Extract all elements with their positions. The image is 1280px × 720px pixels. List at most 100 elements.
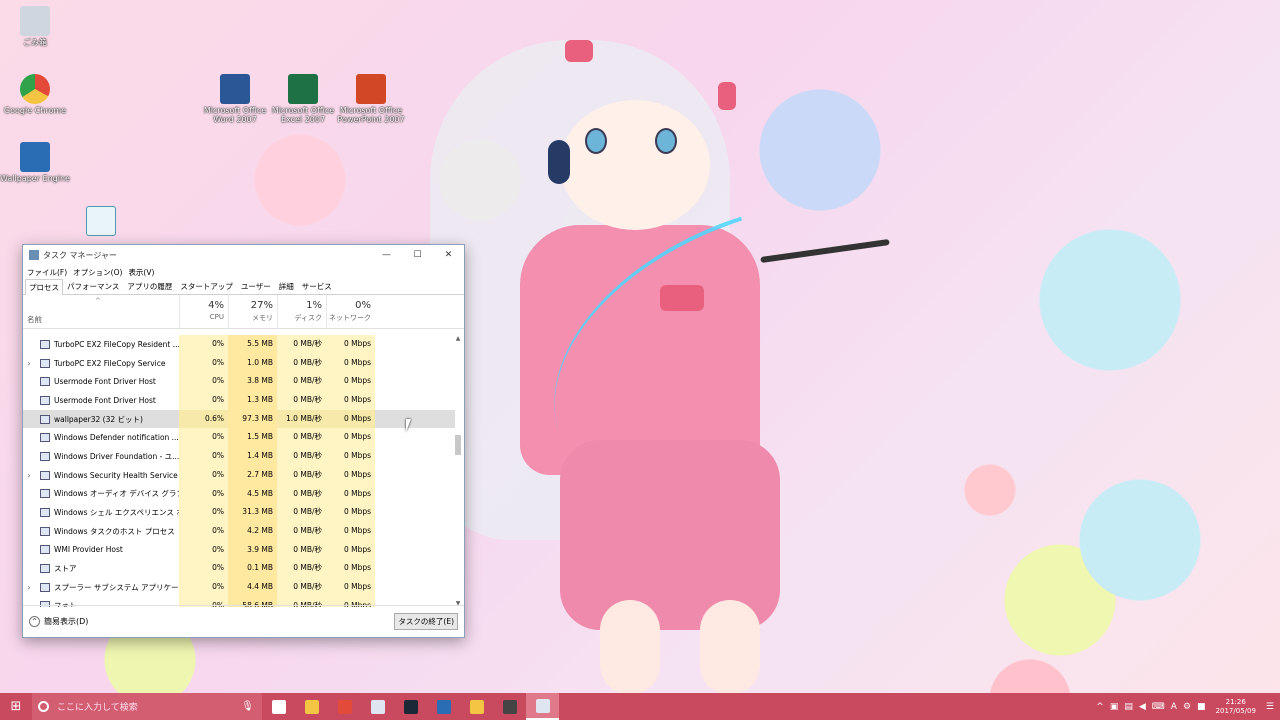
process-icon bbox=[40, 526, 50, 536]
recycle-bin-icon[interactable]: ごみ箱 bbox=[0, 6, 70, 47]
task-manager-icon bbox=[535, 698, 550, 713]
notification-icon[interactable]: ☰ bbox=[1266, 702, 1274, 712]
task-manager-icon bbox=[29, 250, 39, 260]
recycle-bin-image bbox=[20, 6, 50, 36]
font-icon bbox=[86, 206, 116, 236]
tray-app-icon[interactable]: ▣ bbox=[1110, 702, 1119, 712]
menu-file[interactable]: ファイル(F) bbox=[27, 267, 67, 278]
process-row[interactable]: › TurboPC EX2 FileCopy Service 0% 1.0 MB 0 M… bbox=[23, 353, 455, 373]
process-row[interactable]: TurboPC EX2 FileCopy Resident ... 0% 5.5 M… bbox=[23, 335, 455, 354]
process-memory: 4.4 MB bbox=[228, 577, 277, 597]
name-column-header[interactable]: ^ 名前 bbox=[23, 295, 179, 328]
process-row[interactable]: ストア 0% 0.1 MB 0 MB/秒 0 Mbps bbox=[23, 559, 455, 578]
process-cpu: 0% bbox=[179, 428, 228, 448]
process-name: TurboPC EX2 FileCopy Resident ... bbox=[54, 339, 179, 349]
network-column-header[interactable]: 0% ネットワーク bbox=[326, 295, 375, 328]
process-row[interactable]: Windows Defender notification ... 0% 1.5 M… bbox=[23, 428, 455, 448]
cpu-column-header[interactable]: 4% CPU bbox=[179, 295, 228, 328]
search-placeholder: ここに入力して検索 bbox=[57, 703, 138, 713]
vertical-scrollbar[interactable]: ▲ ▼ bbox=[454, 335, 462, 607]
volume-icon[interactable]: ◀ bbox=[1139, 702, 1146, 712]
process-disk: 0 MB/秒 bbox=[277, 372, 326, 392]
excel-desktop-icon[interactable]: Microsoft Office Excel 2007 bbox=[268, 74, 338, 124]
taskbar-chrome[interactable] bbox=[328, 693, 361, 720]
powerpoint-icon bbox=[356, 74, 386, 104]
end-task-button[interactable]: タスクの終了(E) bbox=[394, 613, 458, 630]
expand-chevron-icon[interactable]: › bbox=[23, 359, 35, 368]
tab-users[interactable]: ユーザー bbox=[237, 278, 275, 294]
title-bar[interactable]: タスク マネージャー — ☐ ✕ bbox=[23, 245, 464, 265]
search-box[interactable]: ここに入力して検索 🎙 bbox=[32, 693, 262, 720]
process-cpu: 0% bbox=[179, 465, 228, 485]
desktop-icon-label: Google Chrome bbox=[3, 106, 67, 115]
tray-square-icon[interactable]: ■ bbox=[1197, 702, 1206, 712]
process-memory: 3.9 MB bbox=[228, 540, 277, 560]
process-row[interactable]: Usermode Font Driver Host 0% 1.3 MB 0 MB/秒 0… bbox=[23, 391, 455, 410]
wallpaper-character-shorts bbox=[560, 440, 780, 630]
process-name: Windows Defender notification ... bbox=[54, 433, 179, 443]
disk-column-header[interactable]: 1% ディスク bbox=[277, 295, 326, 328]
font-desktop-icon[interactable] bbox=[66, 206, 136, 238]
chevron-up-icon[interactable]: ^ bbox=[1096, 702, 1104, 712]
process-row[interactable]: Windows Driver Foundation - ユ... 0% 1.4 MB… bbox=[23, 447, 455, 466]
process-disk: 0 MB/秒 bbox=[277, 540, 326, 560]
desktop-icon-label: Microsoft Office Word 2007 bbox=[203, 106, 267, 124]
menu-view[interactable]: 表示(V) bbox=[128, 267, 154, 278]
windows-start-icon[interactable]: ⊞ bbox=[0, 693, 32, 720]
process-disk: 0 MB/秒 bbox=[277, 484, 326, 504]
cpu-total: 4% bbox=[208, 300, 224, 311]
taskbar-task-manager[interactable] bbox=[526, 693, 559, 720]
taskbar-photoshop[interactable] bbox=[427, 693, 460, 720]
ime-mode-icon[interactable]: A bbox=[1171, 702, 1177, 712]
taskbar-file-manager[interactable] bbox=[460, 693, 493, 720]
process-row[interactable]: Windows タスクのホスト プロセス 0% 4.2 MB 0 MB/秒 0 Mbps bbox=[23, 521, 455, 541]
tab-startup[interactable]: スタートアップ bbox=[176, 278, 237, 294]
scrollbar-thumb[interactable] bbox=[455, 435, 461, 455]
ime-settings-icon[interactable]: ⚙ bbox=[1183, 702, 1191, 712]
process-row[interactable]: Usermode Font Driver Host 0% 3.8 MB 0 MB/秒 0… bbox=[23, 372, 455, 392]
network-icon[interactable]: ▤ bbox=[1124, 702, 1133, 712]
taskbar-movie-maker[interactable] bbox=[493, 693, 526, 720]
process-row[interactable]: Windows オーディオ デバイス グラフ ...0%4.5 MB0 MB/秒… bbox=[23, 484, 455, 504]
process-row[interactable]: WMI Provider Host 0% 3.9 MB 0 MB/秒 0 Mbps bbox=[23, 540, 455, 560]
wallpaper-engine-desktop-icon[interactable]: Wallpaper Engine bbox=[0, 142, 70, 183]
chevron-up-icon[interactable]: ^ bbox=[29, 616, 40, 627]
movie-maker-icon bbox=[502, 699, 517, 714]
maximize-button[interactable]: ☐ bbox=[402, 245, 433, 265]
clock[interactable]: 21:26 2017/05/09 bbox=[1216, 698, 1256, 716]
taskbar-steam[interactable] bbox=[394, 693, 427, 720]
disk-total: 1% bbox=[306, 300, 322, 311]
process-row[interactable]: › スプーラー サブシステム アプリケーション0%4.4 MB0 MB/秒0 Mb… bbox=[23, 577, 455, 597]
memory-column-header[interactable]: 27% メモリ bbox=[228, 295, 277, 328]
expand-chevron-icon[interactable]: › bbox=[23, 471, 35, 480]
word-desktop-icon[interactable]: Microsoft Office Word 2007 bbox=[200, 74, 270, 124]
process-row[interactable]: wallpaper32 (32 ビット) 0.6% 97.3 MB 1.0 MB/秒 0… bbox=[23, 409, 455, 429]
tab-processes[interactable]: プロセス bbox=[25, 279, 63, 295]
chrome-desktop-icon[interactable]: Google Chrome bbox=[0, 74, 70, 115]
process-row[interactable]: Windows シェル エクスペリエンス ホ... 0% 31.3 MB 0 MB/秒… bbox=[23, 503, 455, 522]
process-memory: 1.5 MB bbox=[228, 428, 277, 448]
fewer-details-link[interactable]: 簡易表示(D) bbox=[44, 616, 394, 627]
process-memory: 1.0 MB bbox=[228, 353, 277, 373]
process-row[interactable]: › Windows Security Health Service 0% 2.7 MB… bbox=[23, 465, 455, 485]
keyboard-icon[interactable]: ⌨ bbox=[1152, 702, 1165, 712]
taskbar-turbopc[interactable] bbox=[361, 693, 394, 720]
taskbar-file-explorer[interactable] bbox=[295, 693, 328, 720]
tab-performance[interactable]: パフォーマンス bbox=[63, 278, 123, 294]
tab-app-history[interactable]: アプリの履歴 bbox=[123, 278, 176, 294]
tab-details[interactable]: 詳細 bbox=[275, 278, 298, 294]
powerpoint-desktop-icon[interactable]: Microsoft Office PowerPoint 2007 bbox=[336, 74, 406, 124]
microphone-icon[interactable]: 🎙 bbox=[241, 701, 254, 712]
process-cpu: 0% bbox=[179, 540, 228, 560]
wallpaper-engine-icon bbox=[20, 142, 50, 172]
taskbar-task-view[interactable] bbox=[262, 693, 295, 720]
tab-services[interactable]: サービス bbox=[298, 278, 336, 294]
minimize-button[interactable]: — bbox=[371, 245, 402, 265]
scroll-up-icon[interactable]: ▲ bbox=[454, 335, 462, 342]
close-button[interactable]: ✕ bbox=[433, 245, 464, 265]
tab-bar: プロセス パフォーマンス アプリの履歴 スタートアップ ユーザー 詳細 サービス bbox=[23, 279, 464, 295]
process-name: Windows Security Health Service bbox=[54, 470, 178, 480]
date-text: 2017/05/09 bbox=[1215, 706, 1256, 715]
menu-options[interactable]: オプション(O) bbox=[73, 267, 122, 278]
expand-chevron-icon[interactable]: › bbox=[23, 583, 35, 592]
